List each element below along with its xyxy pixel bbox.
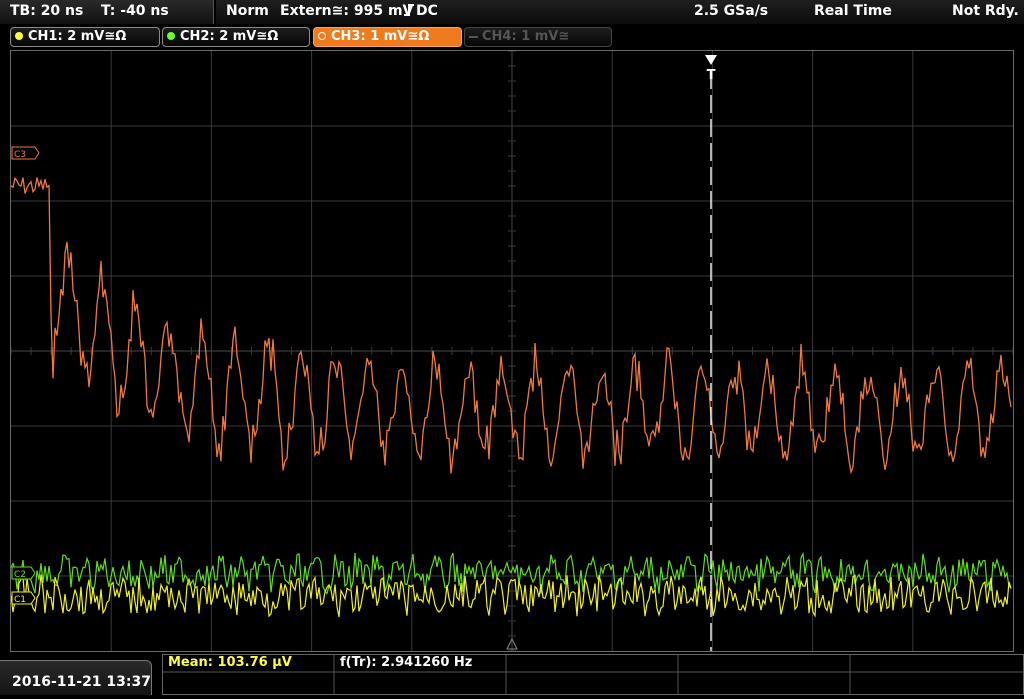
channel-tab-ch2[interactable]: CH2: 2 mV≅Ω — [162, 27, 310, 47]
mean-measurement[interactable]: Mean: 103.76 µV — [168, 655, 292, 670]
ch3-marker-label: C3 — [14, 150, 26, 160]
trigger-offset-value: T: -40 ns — [101, 3, 169, 19]
ch2-offset-marker[interactable]: C2 — [11, 566, 36, 580]
ch4-label: CH4: 1 mV≅ — [482, 29, 570, 44]
ch4-disabled-icon — [469, 35, 478, 38]
ch1-marker-label: C1 — [14, 595, 26, 605]
trigger-coupling[interactable]: DC — [416, 3, 438, 19]
timestamp: 2016-11-21 13:37 — [12, 674, 151, 690]
waveform-canvas[interactable]: T C3 C2 C1 — [11, 51, 1013, 651]
channel-tab-ch3[interactable]: CH3: 1 mV≅Ω — [313, 27, 462, 47]
ch1-label: CH1: 2 mV≅Ω — [28, 29, 127, 44]
acquisition-mode: Real Time — [814, 3, 892, 19]
trigger-position-label: T — [707, 68, 716, 83]
trigger-position-icon[interactable] — [705, 55, 717, 65]
ch1-waveform — [11, 574, 1012, 618]
ch2-marker-label: C2 — [14, 570, 26, 580]
status-bar: TB: 20 ns T: -40 ns Norm Extern≅: 995 mV… — [0, 0, 1024, 24]
ch3-color-icon — [318, 31, 326, 40]
ch3-waveform — [11, 176, 1012, 475]
channel-tab-ch1[interactable]: CH1: 2 mV≅Ω — [10, 27, 160, 47]
channel-tab-ch4[interactable]: CH4: 1 mV≅ — [464, 27, 612, 47]
ch2-color-icon — [167, 31, 175, 40]
trigger-source[interactable]: Extern≅: 995 mV — [280, 3, 413, 19]
trigger-mode[interactable]: Norm — [226, 3, 269, 19]
ch3-label: CH3: 1 mV≅Ω — [331, 29, 430, 44]
ch2-label: CH2: 2 mV≅Ω — [180, 29, 279, 44]
timebase-panel[interactable]: TB: 20 ns T: -40 ns — [0, 0, 214, 24]
waveform-display[interactable]: T C3 C2 C1 — [10, 50, 1014, 652]
ch1-offset-marker[interactable]: C1 — [11, 591, 36, 605]
trigger-panel[interactable]: Norm Extern≅: 995 mV DC 2.5 GSa/s Real T… — [216, 0, 1024, 24]
acquisition-state: Not Rdy. — [952, 3, 1019, 19]
ch1-color-icon — [15, 31, 23, 40]
frequency-measurement[interactable]: f(Tr): 2.941260 Hz — [340, 655, 472, 670]
ch3-offset-marker[interactable]: C3 — [11, 146, 40, 160]
sample-rate: 2.5 GSa/s — [694, 3, 769, 19]
rising-edge-icon — [403, 3, 415, 21]
timebase-value: TB: 20 ns — [10, 3, 84, 19]
